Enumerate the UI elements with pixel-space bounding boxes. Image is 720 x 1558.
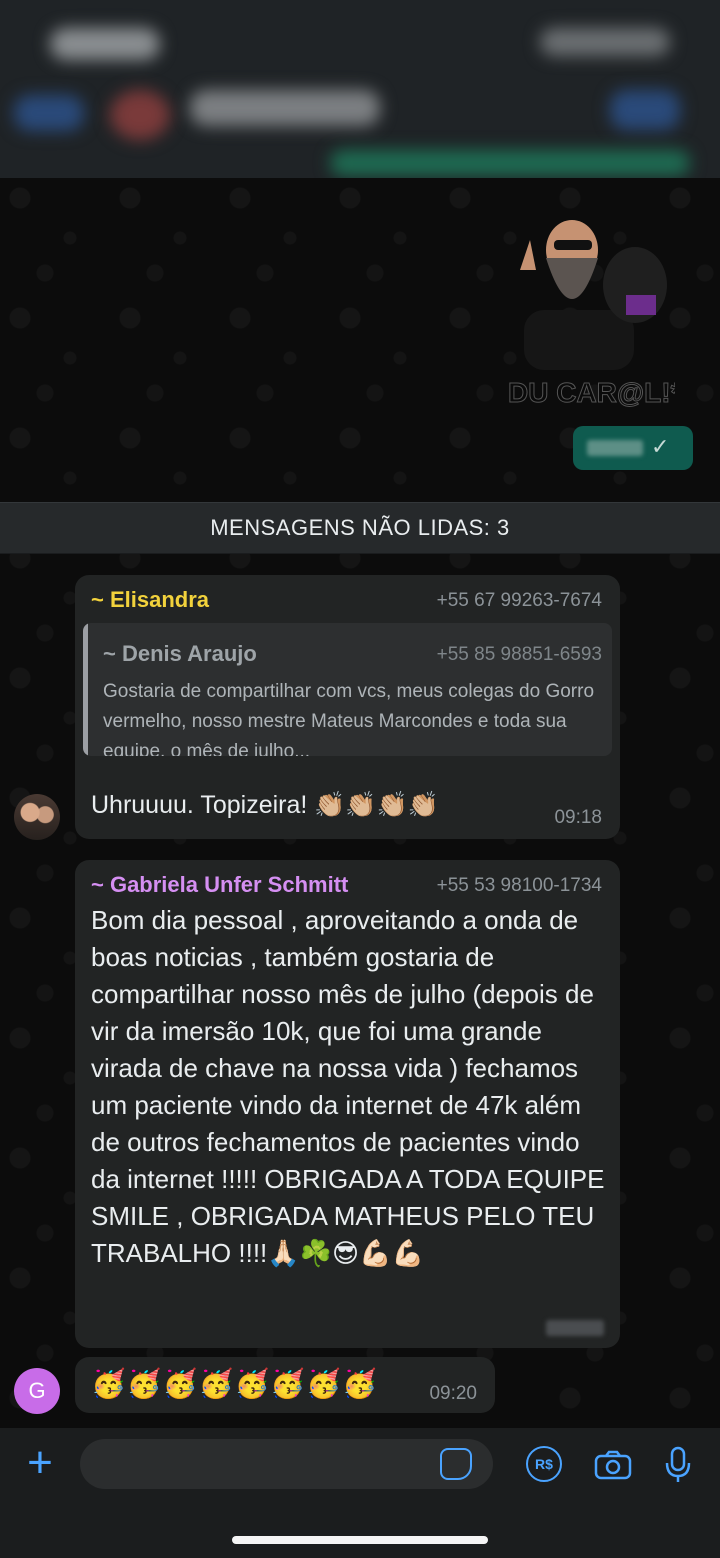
sender-phone: +55 53 98100-1734	[436, 875, 602, 896]
avatar[interactable]: G	[14, 1368, 60, 1414]
sender-name[interactable]: ~ Elisandra	[91, 587, 209, 613]
sent-time-blurred	[587, 440, 643, 456]
sent-message-bubble[interactable]: ✓	[573, 426, 693, 470]
quoted-phone: +55 85 98851-6593	[436, 644, 602, 665]
group-avatar-blurred[interactable]	[110, 90, 170, 140]
read-check-icon: ✓	[651, 434, 670, 459]
message-bubble[interactable]: ~ Elisandra +55 67 99263-7674 ~ Denis Ar…	[75, 575, 620, 839]
plus-icon[interactable]: +	[20, 1441, 60, 1485]
message-text: Uhruuuu. Topizeira! 👏🏼👏🏼👏🏼👏🏼	[91, 791, 439, 819]
sticker-caption: DU CAR@L!*	[508, 377, 675, 408]
sticker-image[interactable]: DU CAR@L!*	[500, 200, 682, 410]
message-bubble[interactable]: 🥳🥳🥳🥳🥳🥳🥳🥳 09:20	[75, 1357, 495, 1413]
back-button-blurred[interactable]	[14, 95, 84, 131]
message-text: 🥳🥳🥳🥳🥳🥳🥳🥳	[91, 1368, 378, 1399]
banner-blurred	[330, 150, 690, 176]
pix-rs-icon[interactable]: R$	[526, 1446, 562, 1482]
sticker-icon[interactable]	[440, 1448, 472, 1480]
call-button-blurred[interactable]	[610, 90, 680, 130]
group-name-blurred[interactable]	[190, 90, 380, 126]
message-time: 09:20	[429, 1383, 477, 1404]
camera-icon[interactable]	[594, 1450, 632, 1480]
microphone-icon[interactable]	[664, 1446, 692, 1484]
quoted-message[interactable]: ~ Denis Araujo +55 85 98851-6593 Gostari…	[83, 623, 612, 756]
sender-phone: +55 67 99263-7674	[436, 590, 602, 611]
chat-header	[0, 0, 720, 178]
quote-bar	[83, 623, 88, 756]
unread-divider: MENSAGENS NÃO LIDAS: 3	[0, 502, 720, 554]
quoted-text: Gostaria de compartilhar com vcs, meus c…	[103, 681, 595, 756]
home-indicator	[232, 1536, 488, 1544]
message-input[interactable]	[80, 1439, 493, 1489]
message-text: Bom dia pessoal , aproveitando a onda de…	[91, 905, 605, 1268]
message-bubble[interactable]: ~ Gabriela Unfer Schmitt +55 53 98100-17…	[75, 860, 620, 1348]
sender-name[interactable]: ~ Gabriela Unfer Schmitt	[91, 872, 348, 898]
message-time: 09:18	[554, 807, 602, 828]
quoted-sender: ~ Denis Araujo	[103, 641, 257, 666]
status-time-blurred	[50, 28, 160, 60]
avatar[interactable]	[14, 794, 60, 840]
message-time-blurred	[546, 1320, 604, 1336]
status-icons-blurred	[540, 28, 670, 56]
